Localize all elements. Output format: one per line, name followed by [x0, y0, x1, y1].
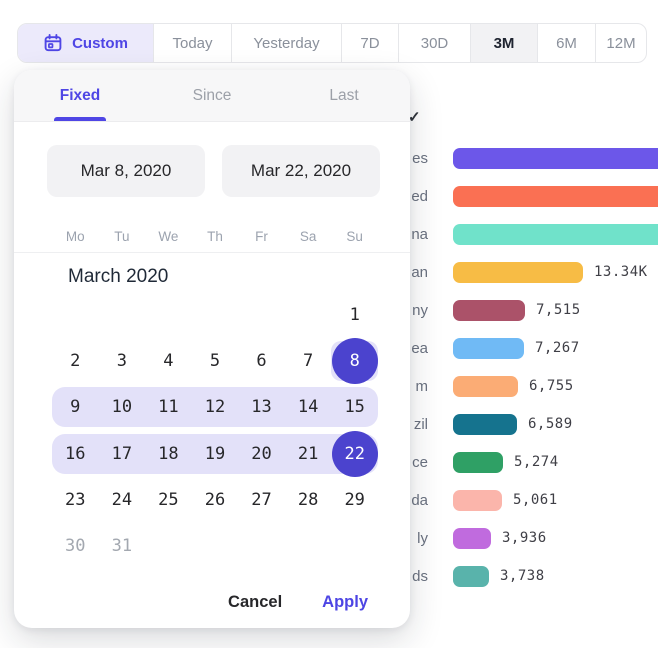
chart-bar[interactable] — [453, 338, 524, 359]
preset-button-7d[interactable]: 7D — [341, 24, 398, 62]
chart-bar[interactable] — [453, 566, 489, 587]
datepicker-modal: FixedSinceLast Mar 8, 2020 Mar 22, 2020 … — [14, 70, 410, 628]
day-16[interactable]: 16 — [52, 434, 99, 474]
day-15[interactable]: 15 — [331, 387, 378, 427]
day-28[interactable]: 28 — [285, 480, 332, 520]
day-4[interactable]: 4 — [145, 341, 192, 381]
custom-range-label: Custom — [72, 35, 128, 52]
calendar-grid: 1234567891011121314151617181920212223242… — [14, 70, 410, 628]
day-14[interactable]: 14 — [285, 387, 332, 427]
chart-bar-value: 13.34K — [594, 262, 648, 283]
apply-button[interactable]: Apply — [322, 593, 368, 612]
day-30[interactable]: 30 — [52, 526, 99, 566]
preset-button-today[interactable]: Today — [153, 24, 231, 62]
day-18[interactable]: 18 — [145, 434, 192, 474]
preset-button-3m[interactable]: 3M — [470, 24, 537, 62]
day-27[interactable]: 27 — [238, 480, 285, 520]
cancel-button[interactable]: Cancel — [228, 593, 282, 612]
calendar-icon — [43, 33, 63, 53]
day-17[interactable]: 17 — [99, 434, 146, 474]
chart-row-label: zil — [414, 414, 428, 435]
chart-row-label: ed — [411, 186, 428, 207]
day-9[interactable]: 9 — [52, 387, 99, 427]
day-29[interactable]: 29 — [331, 480, 378, 520]
chart-bar[interactable] — [453, 490, 502, 511]
chart-row-label: ea — [411, 338, 428, 359]
day-31[interactable]: 31 — [99, 526, 146, 566]
preset-button-30d[interactable]: 30D — [398, 24, 470, 62]
chart-bar[interactable] — [453, 148, 658, 169]
chart-bar-value: 6,755 — [529, 376, 574, 397]
chart-bar-value: 3,738 — [500, 566, 545, 587]
day-26[interactable]: 26 — [192, 480, 239, 520]
day-22-selected[interactable]: 22 — [332, 431, 378, 477]
day-1[interactable]: 1 — [331, 295, 378, 335]
chart-bar-value: 6,589 — [528, 414, 573, 435]
day-21[interactable]: 21 — [285, 434, 332, 474]
day-3[interactable]: 3 — [99, 341, 146, 381]
preset-button-yesterday[interactable]: Yesterday — [231, 24, 341, 62]
chart-bar[interactable] — [453, 262, 583, 283]
day-19[interactable]: 19 — [192, 434, 239, 474]
day-2[interactable]: 2 — [52, 341, 99, 381]
day-7[interactable]: 7 — [285, 341, 332, 381]
day-8-selected[interactable]: 8 — [332, 338, 378, 384]
day-25[interactable]: 25 — [145, 480, 192, 520]
day-11[interactable]: 11 — [145, 387, 192, 427]
chart-bar-value: 5,274 — [514, 452, 559, 473]
chart-bar[interactable] — [453, 414, 517, 435]
day-10[interactable]: 10 — [99, 387, 146, 427]
chart-row-label: an — [411, 262, 428, 283]
day-13[interactable]: 13 — [238, 387, 285, 427]
chart-bar[interactable] — [453, 452, 503, 473]
day-12[interactable]: 12 — [192, 387, 239, 427]
date-range-toolbar: Custom TodayYesterday7D30D3M6M12M — [17, 23, 647, 63]
chart-row-label: es — [412, 148, 428, 169]
chart-row-label: da — [411, 490, 428, 511]
chart-bar-value: 7,267 — [535, 338, 580, 359]
chart-bar-value: 5,061 — [513, 490, 558, 511]
chart-row-label: ly — [417, 528, 428, 549]
modal-actions: Cancel Apply — [228, 593, 368, 612]
chart-row-label: m — [416, 376, 429, 397]
chart-row-label: ce — [412, 452, 428, 473]
day-20[interactable]: 20 — [238, 434, 285, 474]
chart-row-label: ds — [412, 566, 428, 587]
day-23[interactable]: 23 — [52, 480, 99, 520]
custom-range-button[interactable]: Custom — [18, 24, 153, 62]
chart-row-label: ny — [412, 300, 428, 321]
preset-button-6m[interactable]: 6M — [537, 24, 595, 62]
preset-button-12m[interactable]: 12M — [595, 24, 646, 62]
day-24[interactable]: 24 — [99, 480, 146, 520]
chart-bar[interactable] — [453, 186, 658, 207]
day-6[interactable]: 6 — [238, 341, 285, 381]
day-5[interactable]: 5 — [192, 341, 239, 381]
chart-bar-value: 7,515 — [536, 300, 581, 321]
chart-bar-value: 3,936 — [502, 528, 547, 549]
chart-bar[interactable] — [453, 300, 525, 321]
chart-bar[interactable] — [453, 376, 518, 397]
chart-bar[interactable] — [453, 528, 491, 549]
chart-bar[interactable] — [453, 224, 658, 245]
chart-row-label: na — [411, 224, 428, 245]
